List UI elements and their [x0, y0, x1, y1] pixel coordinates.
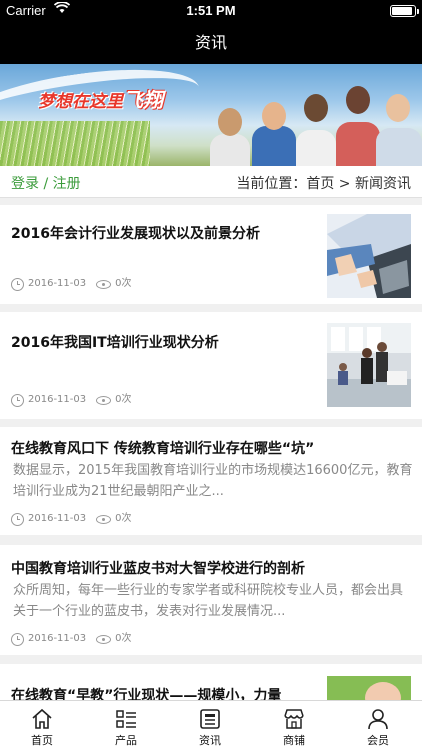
news-date: 2016-11-03 — [28, 394, 87, 405]
eye-icon — [96, 514, 112, 524]
tab-label: 首页 — [31, 734, 53, 747]
laptop-thumbnail — [327, 214, 411, 298]
news-item[interactable]: 2016年会计行业发展现状以及前景分析 2016-11-03 0次 — [0, 205, 422, 304]
tab-label: 产品 — [115, 734, 137, 747]
current-location: 当前位置：首页 > 新闻资讯 — [236, 176, 411, 192]
eye-icon — [96, 634, 112, 644]
news-title: 2016年会计行业发展现状以及前景分析 — [11, 226, 260, 242]
nav-bar: 资讯 — [0, 22, 422, 64]
news-item[interactable]: 在线教育“早教”行业现状——规模小，力量 — [0, 664, 422, 704]
bottom-tab-bar: 首页 产品 资讯 商铺 会员 — [0, 700, 422, 750]
page-title: 资讯 — [194, 33, 227, 52]
news-summary: 众所周知，每年一些行业的专家学者或科研院校专业人员，都会出具关于一个行业的蓝皮书… — [13, 583, 404, 619]
clock-icon — [11, 512, 24, 526]
news-title: 在线教育风口下 传统教育培训行业存在哪些“坑” — [11, 441, 315, 457]
office-thumbnail — [327, 323, 411, 407]
tab-shop[interactable]: 商铺 — [252, 701, 336, 750]
tab-home[interactable]: 首页 — [0, 701, 84, 750]
news-summary: 数据显示，2015年我国教育培训行业的市场规模达16600亿元，教育培训行业成为… — [13, 463, 413, 499]
battery-icon — [390, 5, 419, 17]
home-icon — [32, 708, 52, 729]
status-bar: Carrier 1:51 PM — [0, 0, 422, 22]
banner-image[interactable]: 梦想在这里飞翔 — [0, 64, 422, 166]
eye-icon — [96, 279, 112, 289]
list-icon — [116, 710, 136, 728]
tab-news[interactable]: 资讯 — [168, 701, 252, 750]
news-meta: 2016-11-03 0次 — [11, 512, 132, 526]
tab-label: 会员 — [367, 734, 389, 747]
news-views: 0次 — [115, 278, 132, 289]
clock-icon — [11, 632, 24, 646]
clock-time: 1:51 PM — [186, 3, 236, 18]
news-date: 2016-11-03 — [28, 513, 87, 524]
tab-label: 商铺 — [283, 734, 305, 747]
eye-icon — [96, 395, 112, 405]
news-icon — [200, 709, 220, 729]
tab-label: 资讯 — [199, 734, 221, 747]
students-group-illustration — [200, 86, 422, 166]
news-item[interactable]: 在线教育风口下 传统教育培训行业存在哪些“坑” 数据显示，2015年我国教育培训… — [0, 427, 422, 535]
news-date: 2016-11-03 — [28, 278, 87, 289]
tab-member[interactable]: 会员 — [336, 701, 420, 750]
tab-products[interactable]: 产品 — [84, 701, 168, 750]
news-meta: 2016-11-03 0次 — [11, 277, 132, 291]
news-meta: 2016-11-03 0次 — [11, 393, 132, 407]
breadcrumb: 登录 / 注册 当前位置：首页 > 新闻资讯 — [0, 166, 422, 198]
login-register-link[interactable]: 登录 / 注册 — [11, 173, 81, 193]
clock-icon — [11, 393, 24, 407]
news-views: 0次 — [115, 633, 132, 644]
banner-slogan: 梦想在这里飞翔 — [38, 88, 163, 112]
news-date: 2016-11-03 — [28, 633, 87, 644]
shop-icon — [284, 709, 304, 729]
news-item[interactable]: 中国教育培训行业蓝皮书对大智学校进行的剖析 众所周知，每年一些行业的专家学者或科… — [0, 545, 422, 655]
clock-icon — [11, 277, 24, 291]
news-meta: 2016-11-03 0次 — [11, 632, 132, 646]
news-title: 中国教育培训行业蓝皮书对大智学校进行的剖析 — [11, 561, 305, 577]
news-views: 0次 — [115, 513, 132, 524]
user-icon — [368, 709, 388, 730]
news-item[interactable]: 2016年我国IT培训行业现状分析 2016-11-03 0次 — [0, 312, 422, 419]
news-title: 2016年我国IT培训行业现状分析 — [11, 335, 219, 351]
news-views: 0次 — [115, 394, 132, 405]
